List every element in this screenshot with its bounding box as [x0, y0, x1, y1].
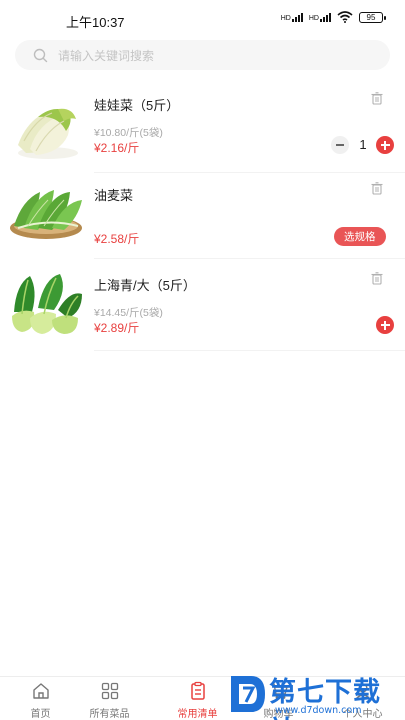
search-input[interactable]: 请输入关键词搜索 — [58, 47, 154, 64]
bok-choy-image — [12, 274, 82, 334]
tab-favorites-list[interactable]: 常用清单 — [157, 677, 238, 720]
select-spec-button[interactable]: 选规格 — [334, 227, 386, 246]
list-icon — [190, 681, 205, 700]
status-time: 上午10:37 — [66, 15, 125, 30]
battery-level: 95 — [366, 12, 376, 22]
add-to-cart-button[interactable] — [376, 316, 394, 334]
tab-label: 首页 — [30, 709, 51, 720]
watermark: 第七下载站 www.d7down.com — [227, 670, 399, 720]
wifi-icon — [337, 11, 353, 23]
product-item[interactable]: 上海青/大（5斤） ¥14.45/斤(5袋) ¥2.89/斤 — [0, 272, 405, 358]
divider — [94, 172, 405, 173]
add-to-cart-button[interactable] — [376, 136, 394, 154]
product-item[interactable]: 油麦菜 ¥2.58/斤 选规格 — [0, 182, 405, 268]
delete-icon[interactable] — [371, 182, 383, 195]
tab-label: 常用清单 — [177, 709, 218, 720]
battery-icon: 95 — [359, 11, 386, 23]
napa-cabbage-image — [18, 108, 78, 159]
decrease-quantity-button[interactable] — [331, 136, 349, 154]
search-bar[interactable]: 请输入关键词搜索 — [15, 40, 390, 70]
home-icon — [32, 683, 49, 699]
delete-icon[interactable] — [371, 272, 383, 285]
delete-icon[interactable] — [371, 92, 383, 105]
tab-label: 所有菜品 — [89, 709, 130, 720]
signal-icon: HD — [280, 12, 303, 22]
watermark-url: www.d7down.com — [275, 705, 362, 716]
product-price: ¥2.16/斤 — [94, 141, 140, 155]
signal-label: HD — [308, 14, 319, 22]
product-name: 娃娃菜（5斤） — [94, 98, 180, 113]
product-sub-price: ¥14.45/斤(5袋) — [94, 307, 163, 319]
product-price: ¥2.58/斤 — [94, 232, 140, 246]
product-sub-price: ¥10.80/斤(5袋) — [94, 127, 163, 139]
divider — [94, 350, 405, 351]
divider — [94, 258, 405, 259]
status-icons: HD HD 95 — [280, 11, 386, 23]
search-icon — [33, 48, 48, 62]
product-price: ¥2.89/斤 — [94, 321, 140, 335]
product-name: 油麦菜 — [94, 188, 134, 203]
signal-icon: HD — [308, 12, 331, 22]
grid-icon — [101, 682, 118, 700]
signal-label: HD — [280, 14, 291, 22]
product-name: 上海青/大（5斤） — [94, 278, 196, 293]
tab-all-dishes[interactable]: 所有菜品 — [69, 677, 150, 720]
status-bar: 上午10:37 HD HD 95 — [0, 0, 405, 38]
lettuce-image — [10, 190, 82, 239]
product-item[interactable]: 娃娃菜（5斤） ¥10.80/斤(5袋) ¥2.16/斤 1 — [0, 92, 405, 178]
quantity-value: 1 — [359, 137, 367, 152]
watermark-logo-icon — [231, 676, 265, 712]
